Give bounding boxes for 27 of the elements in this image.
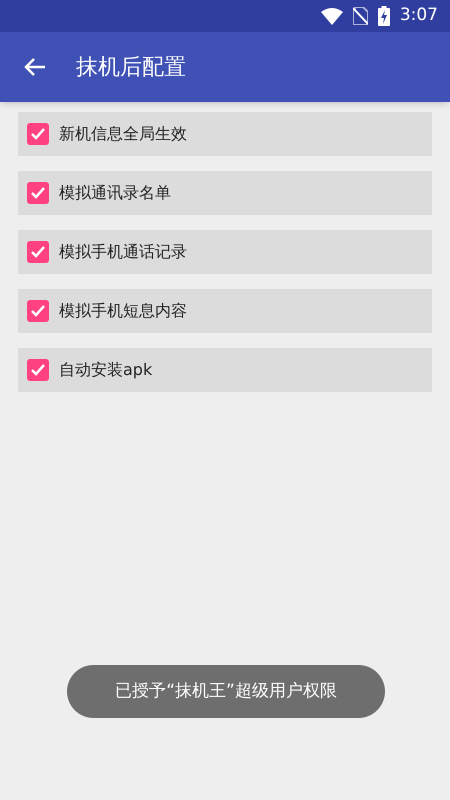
status-time: 3:07	[400, 4, 438, 28]
checkmark-icon	[30, 127, 46, 141]
checkbox[interactable]	[27, 123, 49, 145]
checkbox[interactable]	[27, 359, 49, 381]
checkmark-icon	[30, 245, 46, 259]
checkbox[interactable]	[27, 241, 49, 263]
toolbar-title: 抹机后配置	[76, 54, 186, 82]
checkmark-icon	[30, 186, 46, 200]
checkbox[interactable]	[27, 300, 49, 322]
option-row[interactable]: 模拟手机通话记录	[18, 230, 432, 274]
option-label: 自动安装apk	[59, 359, 152, 381]
option-row[interactable]: 模拟手机短息内容	[18, 289, 432, 333]
option-row[interactable]: 自动安装apk	[18, 348, 432, 392]
option-row[interactable]: 新机信息全局生效	[18, 112, 432, 156]
option-label: 模拟手机通话记录	[59, 241, 187, 263]
option-label: 模拟手机短息内容	[59, 300, 187, 322]
checkmark-icon	[30, 304, 46, 318]
option-row[interactable]: 模拟通讯录名单	[18, 171, 432, 215]
checkbox[interactable]	[27, 182, 49, 204]
wifi-icon	[320, 8, 343, 24]
back-arrow-icon	[24, 57, 46, 77]
no-sim-icon	[352, 7, 368, 25]
option-label: 新机信息全局生效	[59, 123, 187, 145]
checkmark-icon	[30, 363, 46, 377]
toast-message: 已授予“抹机王”超级用户权限	[67, 665, 385, 718]
battery-charging-icon	[378, 6, 390, 26]
option-label: 模拟通讯录名单	[59, 182, 171, 204]
